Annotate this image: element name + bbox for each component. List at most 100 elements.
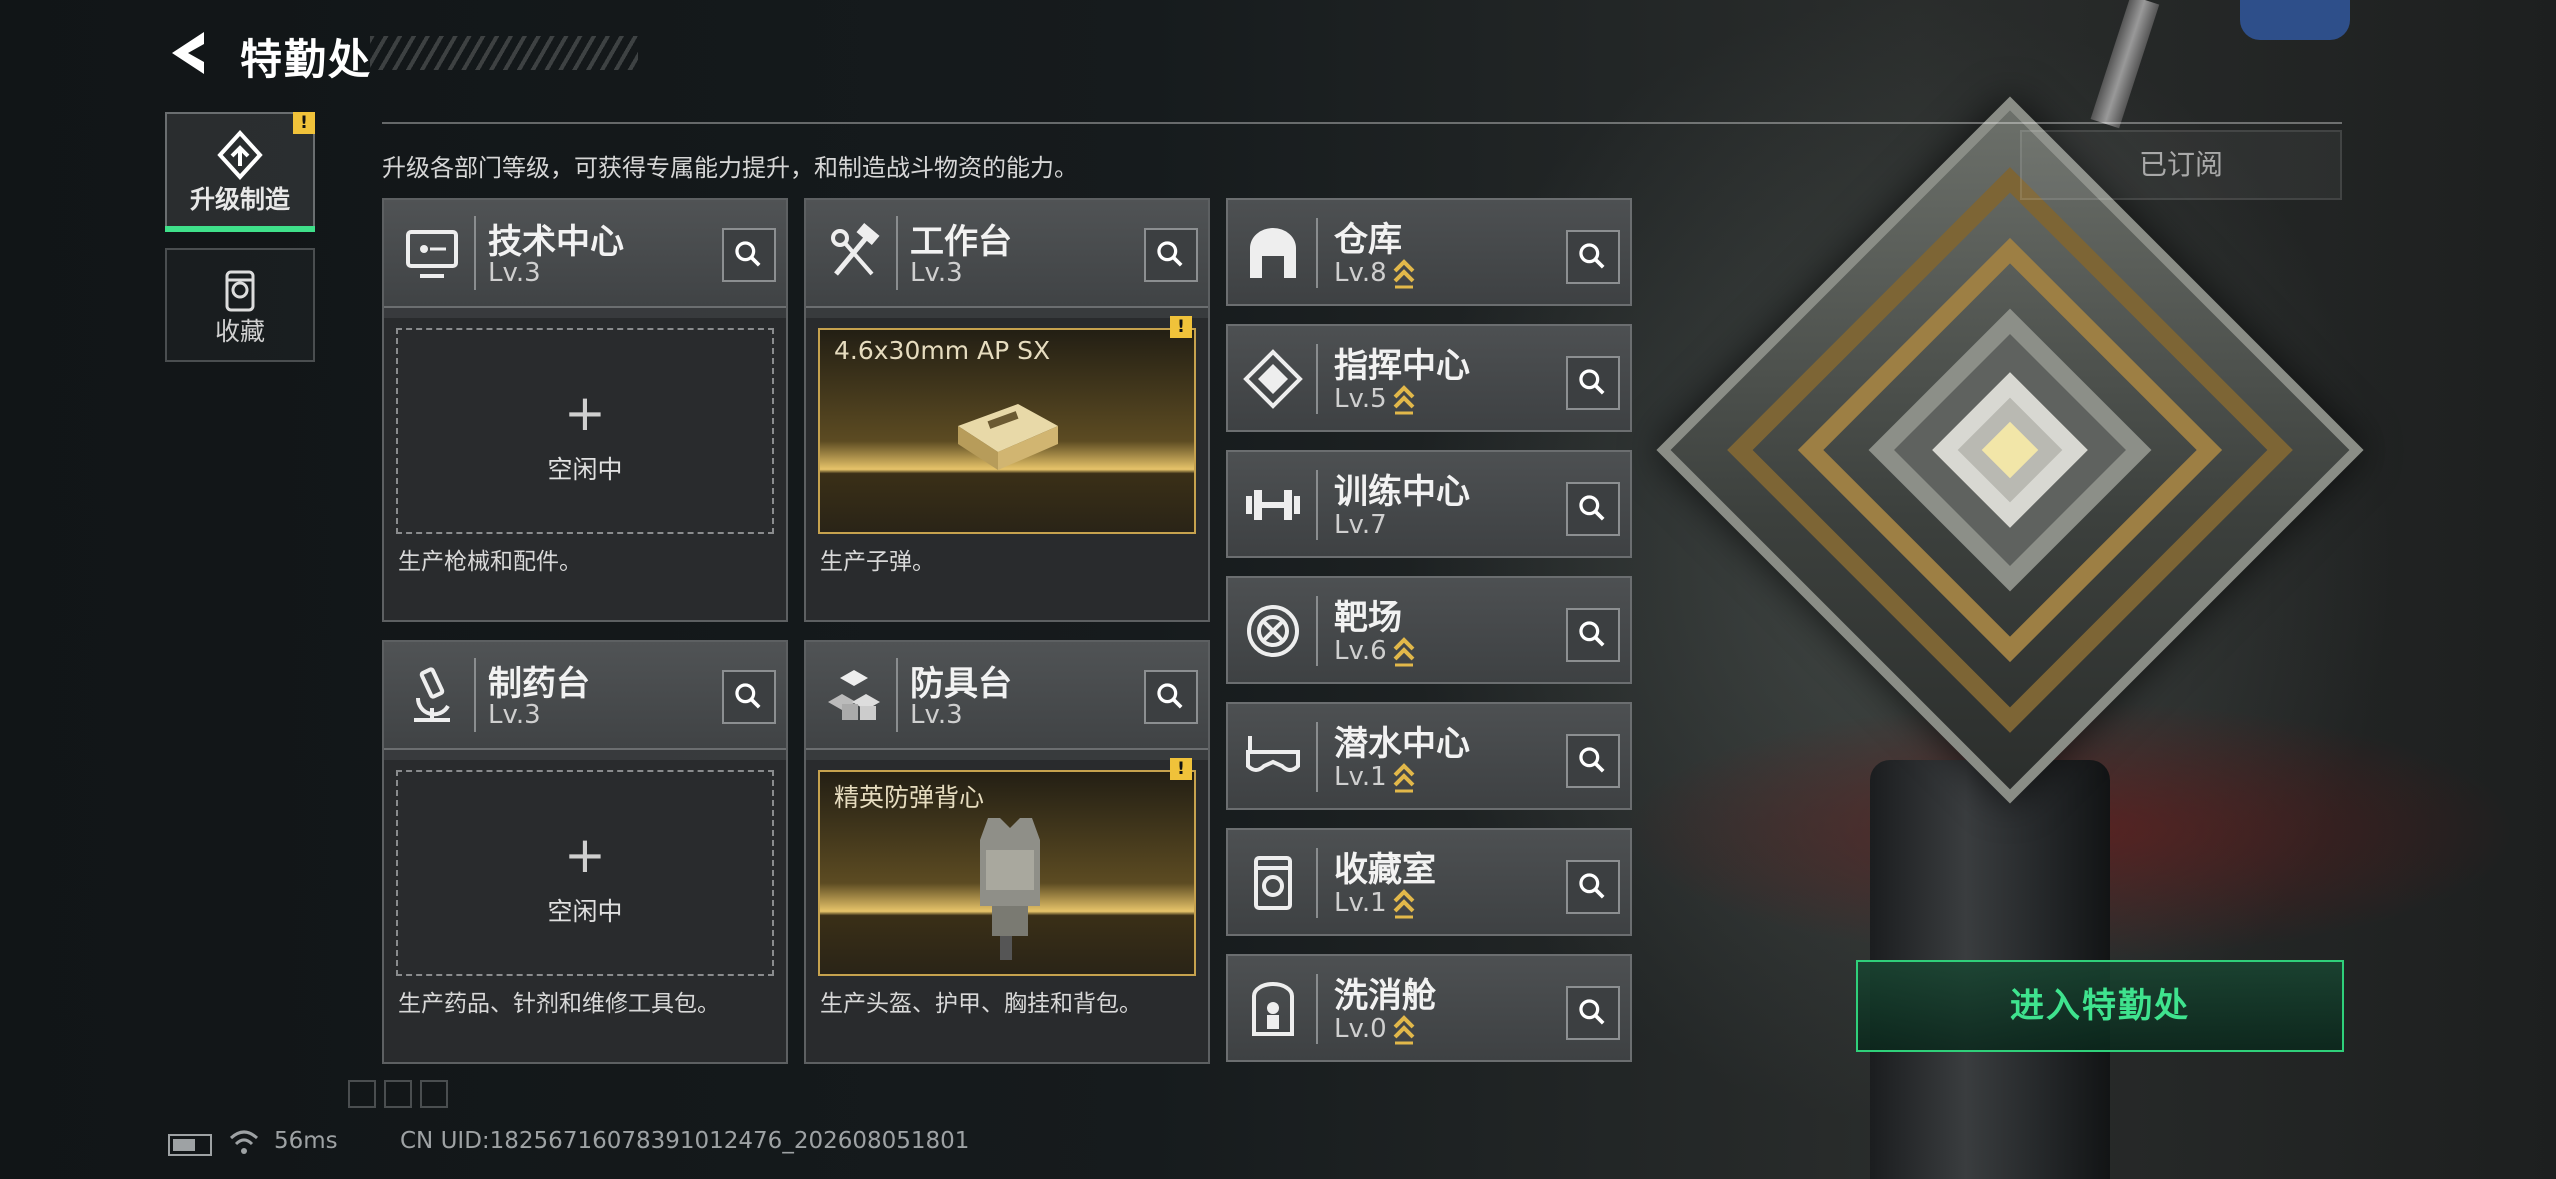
- nav-tab-collection[interactable]: 收藏: [165, 248, 315, 362]
- search-icon: [1579, 999, 1605, 1025]
- workshop-description: 生产子弹。: [820, 549, 935, 575]
- facility-command-center[interactable]: 指挥中心 Lv.5: [1226, 324, 1632, 432]
- inspect-button[interactable]: [1566, 482, 1620, 536]
- facility-name: 收藏室: [1334, 850, 1436, 890]
- workshop-name: 制药台: [488, 664, 590, 704]
- ammo-box-image: [958, 404, 1058, 470]
- production-slot-active[interactable]: 精英防弹背心: [818, 770, 1196, 976]
- inspect-button[interactable]: [722, 670, 776, 724]
- facility-level: Lv.0: [1334, 1014, 1415, 1045]
- upgrade-arrows-icon: [1393, 636, 1415, 666]
- workshop-header[interactable]: 技术中心 Lv.3: [384, 200, 786, 308]
- enter-special-ops-button[interactable]: 进入特勤处: [1856, 960, 2344, 1052]
- workshop-body: + 空闲中 生产枪械和配件。: [384, 318, 786, 620]
- search-icon: [1579, 243, 1605, 269]
- inspect-button[interactable]: [1566, 230, 1620, 284]
- chip-icon: [1243, 349, 1303, 409]
- dumbbell-icon: [1246, 490, 1300, 520]
- upgrade-icon: [217, 130, 263, 180]
- nav-alert-badge: !: [293, 112, 315, 134]
- page-title: 特勤处: [240, 35, 373, 84]
- nav-label-upgrade: 升级制造: [189, 185, 290, 214]
- header-separator: [1316, 344, 1318, 414]
- facility-decon-pod[interactable]: 洗消舱 Lv.0: [1226, 954, 1632, 1062]
- workshop-name: 技术中心: [488, 222, 624, 262]
- workshop-header[interactable]: 制药台 Lv.3: [384, 642, 786, 750]
- header-separator: [896, 658, 898, 732]
- decor-square: [420, 1080, 448, 1108]
- product-name: 4.6x30mm AP SX: [834, 336, 1051, 365]
- workshop-card-tech-center: 技术中心 Lv.3 + 空闲中 生产枪械和配件。: [382, 198, 788, 622]
- upgrade-arrows-icon: [1393, 762, 1415, 792]
- facility-collection-room[interactable]: 收藏室 Lv.1: [1226, 828, 1632, 936]
- workshop-description: 生产枪械和配件。: [398, 549, 582, 575]
- upgrade-arrows-icon: [1393, 1014, 1415, 1044]
- facility-training-center[interactable]: 训练中心 Lv.7: [1226, 450, 1632, 558]
- inspect-button[interactable]: [1566, 734, 1620, 788]
- microscope-icon: [414, 667, 450, 722]
- display-case-icon: [225, 270, 255, 312]
- workshop-level: Lv.3: [488, 700, 541, 730]
- production-slot-empty[interactable]: + 空闲中: [396, 770, 774, 976]
- header-separator: [1316, 218, 1318, 288]
- wifi-icon: [229, 1130, 259, 1154]
- page-description: 升级各部门等级，可获得专属能力提升，和制造战斗物资的能力。: [382, 154, 1078, 182]
- nav-label-collection: 收藏: [214, 317, 265, 346]
- inspect-button[interactable]: [1566, 986, 1620, 1040]
- decon-pod-icon: [1252, 982, 1294, 1036]
- workshop-level: Lv.3: [910, 258, 963, 288]
- blocks-icon: [828, 670, 880, 720]
- facility-name: 仓库: [1334, 220, 1402, 260]
- facility-shooting-range[interactable]: 靶场 Lv.6: [1226, 576, 1632, 684]
- slot-alert-badge: !: [1170, 758, 1192, 780]
- subscribed-button[interactable]: 已订阅: [2020, 130, 2342, 200]
- active-tab-indicator: [165, 226, 315, 232]
- title-decoration: [370, 36, 638, 70]
- workshop-header[interactable]: 防具台 Lv.3: [806, 642, 1208, 750]
- facility-level: Lv.1: [1334, 888, 1415, 919]
- header-divider: [382, 122, 2342, 124]
- back-arrow-icon[interactable]: [168, 30, 208, 76]
- inspect-button[interactable]: [1566, 356, 1620, 410]
- inspect-button[interactable]: [1566, 860, 1620, 914]
- workshop-level: Lv.3: [488, 258, 541, 288]
- decor-square: [384, 1080, 412, 1108]
- search-icon: [1579, 495, 1605, 521]
- inspect-button[interactable]: [1144, 670, 1198, 724]
- diving-mask-icon: [1246, 736, 1300, 772]
- decor-square: [348, 1080, 376, 1108]
- user-uid: CN UID:18256716078391012476_202608051801: [400, 1128, 970, 1154]
- workshop-name: 防具台: [910, 664, 1012, 704]
- facility-name: 洗消舱: [1334, 976, 1436, 1016]
- nav-tab-upgrade-craft[interactable]: 升级制造 !: [165, 112, 315, 232]
- facility-name: 指挥中心: [1334, 346, 1470, 386]
- facility-level: Lv.1: [1334, 762, 1415, 793]
- warehouse-icon: [1250, 228, 1296, 278]
- facility-diving-center[interactable]: 潜水中心 Lv.1: [1226, 702, 1632, 810]
- upgrade-arrows-icon: [1393, 258, 1415, 288]
- inspect-button[interactable]: [1566, 608, 1620, 662]
- facility-warehouse[interactable]: 仓库 Lv.8: [1226, 198, 1632, 306]
- battery-icon: [168, 1134, 212, 1156]
- workshop-header[interactable]: 工作台 Lv.3: [806, 200, 1208, 308]
- search-icon: [1579, 369, 1605, 395]
- inspect-button[interactable]: [722, 228, 776, 282]
- search-icon: [1157, 683, 1183, 709]
- workshop-card-pharmacy: 制药台 Lv.3 + 空闲中 生产药品、针剂和维修工具包。: [382, 640, 788, 1064]
- display-case-icon: [1254, 856, 1292, 910]
- workshop-body: 精英防弹背心 ! 生产头盔、护甲、胸挂和背包。: [806, 758, 1208, 1062]
- production-slot-empty[interactable]: + 空闲中: [396, 328, 774, 534]
- header-separator: [896, 216, 898, 290]
- header-separator: [1316, 848, 1318, 918]
- product-name: 精英防弹背心: [834, 783, 985, 812]
- header-separator: [1316, 470, 1318, 540]
- ping-readout: 56ms: [274, 1128, 338, 1154]
- inspect-button[interactable]: [1144, 228, 1198, 282]
- production-slot-active[interactable]: 4.6x30mm AP SX: [818, 328, 1196, 534]
- search-icon: [1157, 241, 1183, 267]
- slot-status: 空闲中: [547, 897, 623, 926]
- header-separator: [474, 658, 476, 732]
- workshop-description: 生产头盔、护甲、胸挂和背包。: [820, 991, 1142, 1017]
- header-separator: [1316, 596, 1318, 666]
- workshop-description: 生产药品、针剂和维修工具包。: [398, 991, 720, 1017]
